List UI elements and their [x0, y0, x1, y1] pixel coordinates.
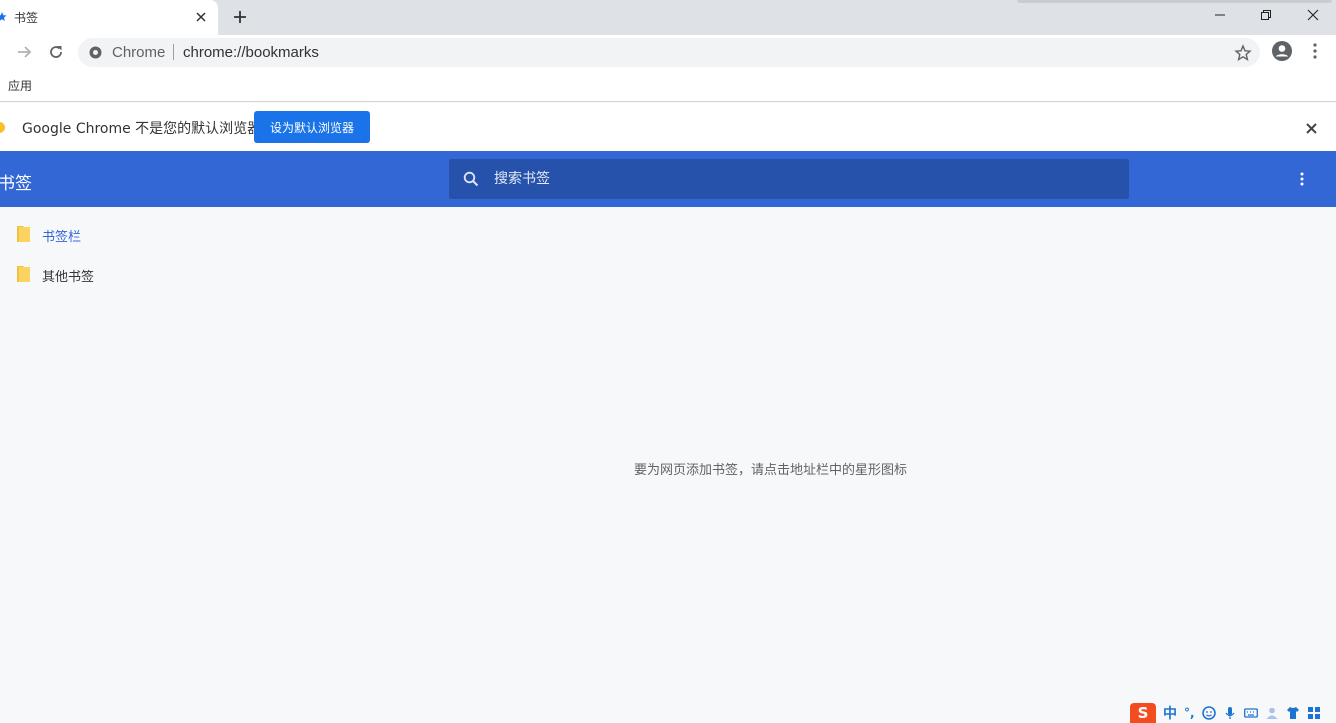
tab-strip: 书签: [0, 0, 1336, 35]
folder-bookmarks-bar[interactable]: 书签栏: [0, 219, 180, 249]
minimize-button[interactable]: [1197, 0, 1243, 30]
chrome-icon: [89, 46, 102, 59]
arrow-right-icon: [18, 46, 32, 58]
user-icon[interactable]: [1265, 706, 1279, 720]
forward-button[interactable]: [10, 38, 38, 66]
toolbox-icon[interactable]: [1307, 706, 1321, 720]
omnibox-chip: Chrome: [112, 44, 166, 61]
keyboard-icon[interactable]: [1243, 706, 1258, 720]
bookmarks-header: 书签: [0, 151, 1336, 207]
chip-divider: [173, 44, 174, 60]
address-bar[interactable]: Chrome chrome://bookmarks: [78, 38, 1260, 67]
microphone-icon[interactable]: [1223, 706, 1237, 720]
page-title: 书签: [0, 174, 32, 194]
emoji-icon[interactable]: [1201, 706, 1216, 720]
star-icon: [0, 12, 7, 21]
folder-icon: [17, 266, 30, 282]
reload-icon: [50, 46, 62, 58]
search-box[interactable]: [449, 159, 1129, 199]
more-vert-icon: [1300, 172, 1304, 186]
bookmarks-menu-button[interactable]: [1292, 169, 1312, 189]
tab-close-icon[interactable]: [193, 9, 209, 25]
tab-bookmarks[interactable]: 书签: [0, 0, 218, 35]
folder-label: 其他书签: [42, 270, 95, 285]
set-default-button[interactable]: 设为默认浏览器: [254, 111, 370, 143]
chrome-logo-icon: [0, 122, 5, 133]
ime-logo[interactable]: S: [1130, 703, 1156, 723]
close-window-button[interactable]: [1290, 0, 1336, 30]
reload-button[interactable]: [42, 38, 70, 66]
apps-shortcut[interactable]: 应用: [8, 77, 32, 94]
empty-list-message: 要为网页添加书签，请点击地址栏中的星形图标: [634, 463, 908, 478]
profile-avatar-icon[interactable]: [1271, 40, 1293, 62]
search-input[interactable]: [494, 159, 1114, 199]
ime-mode[interactable]: 中: [1163, 703, 1177, 723]
new-tab-button[interactable]: [230, 7, 250, 27]
infobar-close-icon[interactable]: [1302, 119, 1320, 137]
restore-button[interactable]: [1243, 0, 1289, 30]
url-text[interactable]: chrome://bookmarks: [183, 44, 319, 61]
more-vert-icon: [1313, 43, 1317, 59]
bookmark-star-icon[interactable]: [1234, 44, 1252, 62]
tab-title: 书签: [14, 11, 39, 25]
bookmarks-bar: 应用: [0, 69, 1336, 102]
skin-icon[interactable]: [1286, 706, 1300, 720]
ime-toolbar: S 中 °,: [1130, 703, 1336, 723]
default-browser-infobar: Google Chrome 不是您的默认浏览器 设为默认浏览器: [0, 103, 1336, 151]
search-icon: [463, 171, 479, 187]
browser-toolbar: Chrome chrome://bookmarks: [0, 35, 1336, 69]
chrome-menu-button[interactable]: [1304, 40, 1326, 62]
folder-label: 书签栏: [42, 230, 82, 245]
folder-icon: [17, 226, 30, 242]
folder-other-bookmarks[interactable]: 其他书签: [0, 259, 180, 289]
infobar-message: Google Chrome 不是您的默认浏览器: [22, 121, 262, 137]
ime-punct[interactable]: °,: [1184, 706, 1195, 720]
